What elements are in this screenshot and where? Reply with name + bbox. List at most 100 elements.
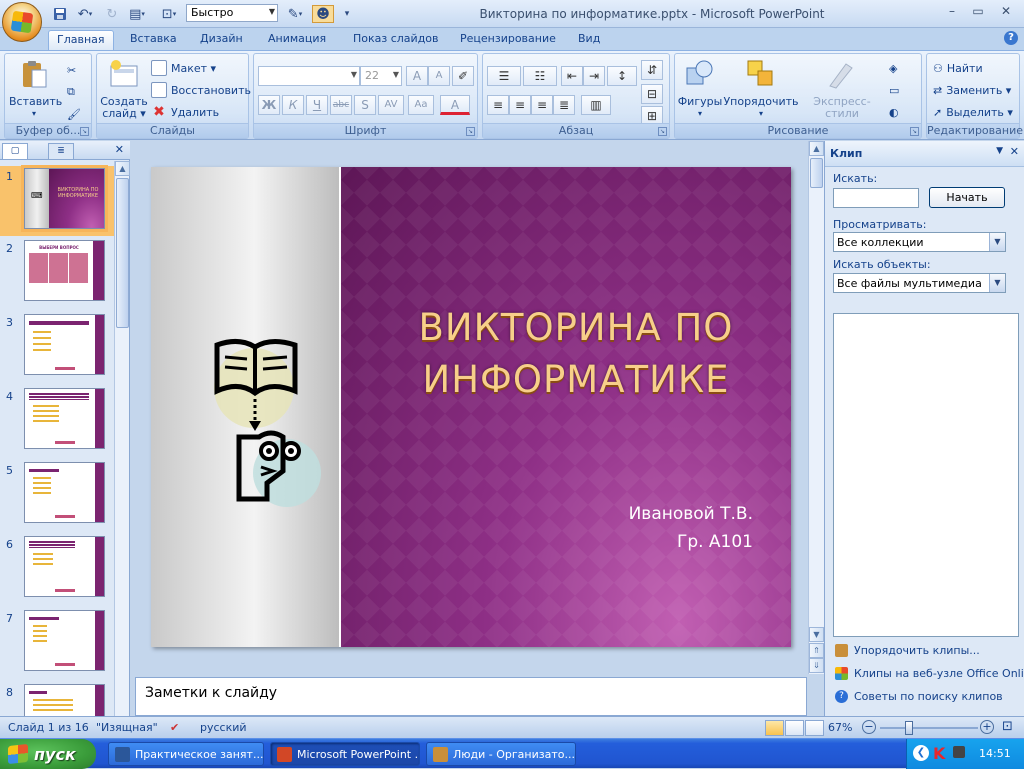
slide-thumbnail[interactable] — [24, 610, 105, 671]
tab-review[interactable]: Рецензирование — [452, 30, 564, 50]
copy-icon[interactable]: ⧉ — [67, 82, 75, 102]
outline-tab-icon[interactable]: ≣ — [48, 143, 74, 159]
decrease-indent-icon[interactable]: ⇤ — [561, 66, 583, 86]
shape-fill-icon[interactable]: ◈ — [889, 58, 897, 78]
tab-animation[interactable]: Анимация — [260, 30, 334, 50]
numbering-icon[interactable]: ☷ — [523, 66, 557, 86]
thumbnail-row[interactable]: 4 — [0, 386, 116, 456]
antivirus-icon[interactable]: K — [933, 744, 949, 763]
notes-pane[interactable]: Заметки к слайду — [135, 677, 807, 716]
justify-icon[interactable]: ≣ — [553, 95, 575, 115]
taskbar-task[interactable]: Microsoft PowerPoint ... — [270, 742, 420, 766]
close-icon[interactable]: ✕ — [1010, 145, 1019, 158]
zoom-out-icon[interactable]: − — [862, 720, 876, 734]
slides-tab-icon[interactable]: ▢ — [2, 143, 28, 159]
chevron-down-icon[interactable]: ▼ — [996, 146, 1003, 156]
previous-slide-icon[interactable]: ⇑ — [809, 643, 824, 658]
font-name-combo[interactable]: ▼ — [258, 66, 360, 86]
thumbnail-row[interactable]: 6 — [0, 534, 116, 604]
scroll-thumb[interactable] — [810, 158, 823, 188]
dialog-launcher-icon[interactable]: ↘ — [910, 127, 919, 136]
slide-subtitle[interactable]: Ивановой Т.В. Гр. А101 — [541, 500, 753, 556]
help-icon[interactable]: ? — [1004, 31, 1018, 45]
current-slide[interactable]: ВИКТОРИНА ПО ИНФОРМАТИКЕ Ивановой Т.В. Г… — [151, 167, 791, 647]
close-button[interactable]: ✕ — [994, 4, 1018, 22]
office-button[interactable] — [2, 2, 42, 42]
shape-effects-icon[interactable]: ◐ — [889, 102, 899, 122]
thumbnail-scrollbar[interactable]: ▲ — [114, 161, 130, 716]
slideshow-view-icon[interactable] — [805, 720, 824, 736]
shape-outline-icon[interactable]: ▭ — [889, 80, 899, 100]
tray-app-icon[interactable] — [953, 746, 965, 758]
find-button[interactable]: ⚇ Найти — [933, 58, 983, 78]
normal-view-icon[interactable] — [765, 720, 784, 736]
slide-scrollbar[interactable]: ▲ ▼ ⇑ ⇓ — [808, 141, 824, 674]
media-type-select[interactable]: Все файлы мультимедиа ▼ — [833, 273, 1006, 293]
thumbnail-row[interactable]: 2 ВЫБЕРИ ВОПРОС — [0, 238, 116, 308]
start-button[interactable]: пуск — [0, 739, 96, 769]
bold-button[interactable]: Ж — [258, 95, 280, 115]
clip-results-list[interactable] — [833, 313, 1019, 637]
zoom-slider-thumb[interactable] — [905, 721, 914, 735]
new-slide-button[interactable]: Создать слайд ▾ — [99, 58, 149, 120]
align-right-icon[interactable]: ≡ — [531, 95, 553, 115]
thumbnail-row[interactable]: 7 — [0, 608, 116, 678]
slide-thumbnail[interactable] — [24, 388, 105, 449]
font-color-button[interactable]: A — [440, 95, 470, 115]
thumbnail-row[interactable]: 1 ВИКТОРИНА ПО ИНФОРМАТИКЕ ⌨ — [0, 165, 116, 236]
dialog-launcher-icon[interactable]: ↘ — [658, 127, 667, 136]
search-tips-link[interactable]: ? Советы по поиску клипов — [835, 690, 1003, 703]
clear-formatting-icon[interactable]: ✐ — [452, 66, 474, 86]
next-slide-icon[interactable]: ⇓ — [809, 658, 824, 673]
thumbnail-row[interactable]: 8 — [0, 682, 116, 716]
language-indicator[interactable]: русский — [200, 721, 247, 734]
slide-thumbnail[interactable] — [24, 462, 105, 523]
slide-thumbnail[interactable]: ВЫБЕРИ ВОПРОС — [24, 240, 105, 301]
change-case-button[interactable]: Aa — [408, 95, 434, 115]
arrange-button[interactable]: Упорядочить ▾ — [723, 58, 799, 120]
tab-view[interactable]: Вид — [570, 30, 608, 50]
fit-to-window-icon[interactable]: ⊡ — [1002, 719, 1013, 734]
reset-button[interactable]: Восстановить — [151, 80, 251, 100]
zoom-level[interactable]: 67% — [828, 721, 852, 734]
replace-button[interactable]: ⇄ Заменить ▾ — [933, 80, 1011, 100]
strikethrough-button[interactable]: abc — [330, 95, 352, 115]
align-center-icon[interactable]: ≡ — [509, 95, 531, 115]
tab-design[interactable]: Дизайн — [192, 30, 251, 50]
minimize-button[interactable]: – — [940, 4, 964, 22]
maximize-button[interactable]: ▭ — [966, 4, 990, 22]
scroll-up-icon[interactable]: ▲ — [115, 161, 130, 176]
slide-sorter-icon[interactable] — [785, 720, 804, 736]
scroll-thumb[interactable] — [116, 178, 129, 328]
text-direction-icon[interactable]: ⇵ — [641, 60, 663, 80]
scroll-down-icon[interactable]: ▼ — [809, 627, 824, 642]
select-button[interactable]: ➚ Выделить ▾ — [933, 102, 1013, 122]
font-size-combo[interactable]: 22 ▼ — [360, 66, 402, 86]
underline-button[interactable]: Ч — [306, 95, 328, 115]
scroll-up-icon[interactable]: ▲ — [809, 141, 824, 156]
slide-thumbnail[interactable] — [24, 684, 105, 716]
cut-icon[interactable]: ✂ — [67, 60, 76, 80]
format-painter-icon[interactable]: 🖌 — [67, 104, 81, 124]
shapes-button[interactable]: Фигуры ▾ — [677, 58, 723, 120]
columns-icon[interactable]: ▥ — [581, 95, 611, 115]
align-left-icon[interactable]: ≡ — [487, 95, 509, 115]
shadow-button[interactable]: S — [354, 95, 376, 115]
tab-insert[interactable]: Вставка — [122, 30, 185, 50]
delete-slide-button[interactable]: ✖ Удалить — [151, 102, 219, 122]
zoom-slider-track[interactable] — [880, 727, 978, 729]
line-spacing-icon[interactable]: ↕ — [607, 66, 637, 86]
dialog-launcher-icon[interactable]: ↘ — [80, 127, 89, 136]
tray-arrow-icon[interactable]: ❮ — [913, 745, 929, 761]
shrink-font-button[interactable]: A — [428, 66, 450, 86]
increase-indent-icon[interactable]: ⇥ — [583, 66, 605, 86]
grow-font-button[interactable]: A — [406, 66, 428, 86]
slide-thumbnail[interactable] — [24, 536, 105, 597]
paste-button[interactable]: Вставить ▾ — [9, 58, 62, 120]
dialog-launcher-icon[interactable]: ↘ — [466, 127, 475, 136]
go-button[interactable]: Начать — [929, 187, 1005, 208]
slide-thumbnail[interactable] — [24, 314, 105, 375]
align-text-icon[interactable]: ⊟ — [641, 84, 663, 104]
layout-button[interactable]: Макет ▾ — [151, 58, 216, 78]
tab-slideshow[interactable]: Показ слайдов — [345, 30, 447, 50]
